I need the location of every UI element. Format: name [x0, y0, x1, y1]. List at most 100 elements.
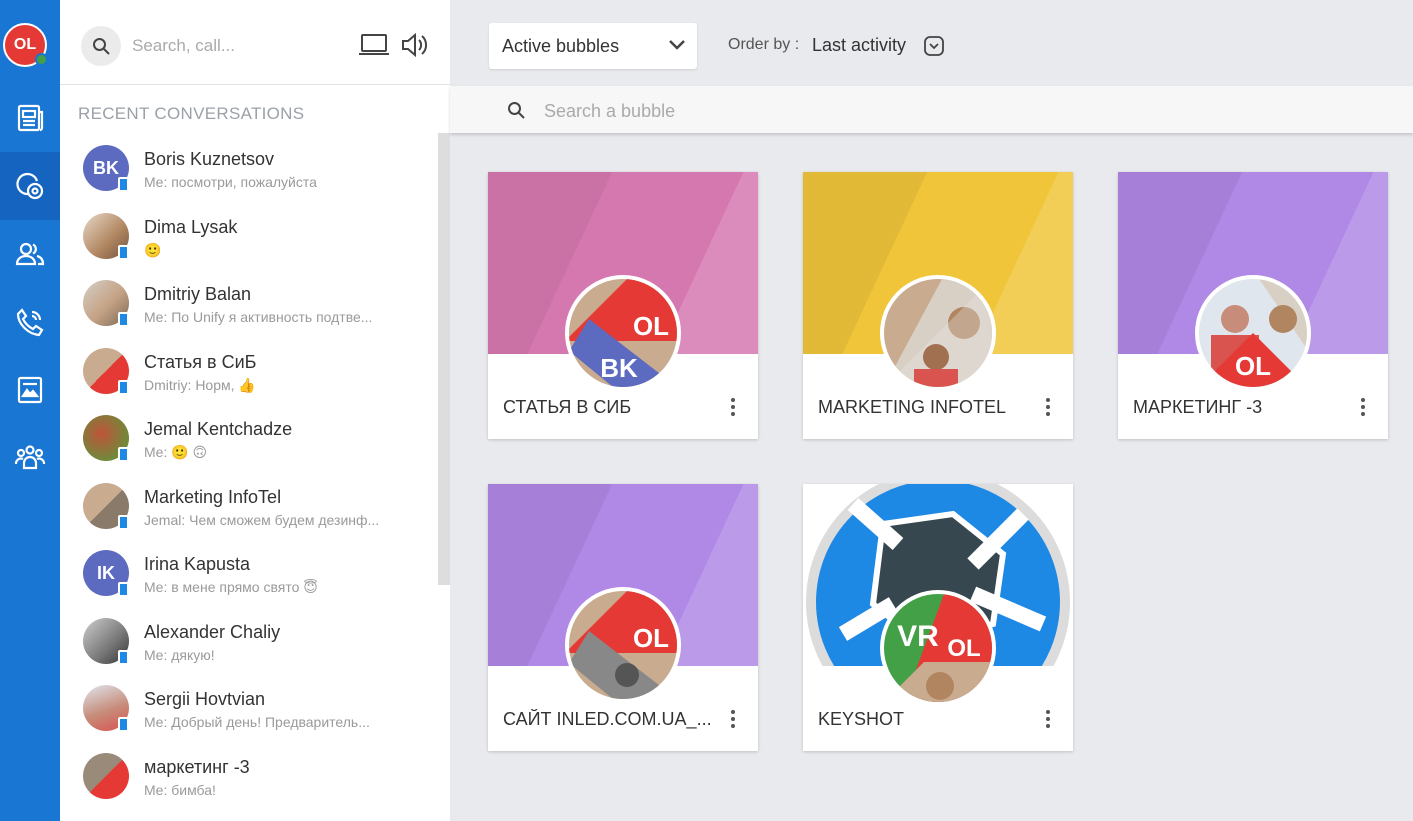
bubble-card[interactable]: OL BK СТАТЬЯ В СИБ [488, 172, 758, 439]
mobile-device-icon [118, 514, 129, 530]
bubble-avatar: OL [565, 587, 681, 703]
mobile-device-icon [118, 244, 129, 260]
bubble-title: МАРКЕТИНГ -3 [1133, 397, 1263, 417]
conversation-item[interactable]: Sergii Hovtvian Me: Добрый день! Предвар… [60, 677, 438, 745]
nav-contacts[interactable] [0, 220, 60, 288]
conversation-last-message: Me: посмотри, пожалуйста [144, 174, 317, 190]
more-options-icon[interactable] [729, 398, 737, 418]
conversation-last-message: Me: 🙂 🙃 [144, 444, 208, 460]
nav-files[interactable] [0, 356, 60, 424]
bubble-filter-label: Active bubbles [502, 36, 620, 56]
order-by-label: Order by : [728, 36, 800, 53]
svg-text:OL: OL [633, 311, 669, 341]
conversation-name: Dmitriy Balan [144, 284, 252, 304]
svg-text:OL: OL [633, 623, 669, 653]
speaker-icon[interactable] [400, 33, 428, 57]
more-options-icon[interactable] [1359, 398, 1367, 418]
calls-icon [16, 308, 44, 337]
conversation-last-message: Me: По Unify я активность подтве... [144, 309, 373, 325]
conversation-last-message: Me: дякую! [144, 646, 215, 663]
search-icon [93, 38, 110, 55]
conversation-name: Alexander Chaliy [144, 621, 281, 642]
files-icon [17, 376, 43, 404]
conversation-name: Boris Kuznetsov [144, 149, 275, 169]
presence-indicator [35, 53, 48, 66]
news-icon [17, 104, 44, 132]
user-avatar[interactable]: OL [3, 23, 48, 67]
mobile-device-icon [118, 312, 129, 327]
bubble-card[interactable]: VR OL KEYSHOT [803, 484, 1073, 751]
conversations-topbar: Search, call... [60, 0, 450, 85]
computer-icon[interactable] [358, 33, 390, 57]
bubble-card[interactable]: OL САЙТ INLED.COM.UA_... [488, 484, 758, 751]
bubble-search-bar[interactable]: Search a bubble [450, 86, 1413, 133]
order-by-value[interactable]: Last activity [812, 35, 906, 56]
nav-companies[interactable] [0, 424, 60, 492]
conversation-last-message: Me: Добрый день! Предваритель... [144, 714, 370, 730]
search-button[interactable] [81, 26, 121, 66]
conversation-name: Статья в СиБ [144, 351, 257, 372]
more-options-icon[interactable] [1044, 398, 1052, 418]
conversation-last-message: Me: в мене прямо свято 😇 [144, 579, 318, 595]
bubble-avatar: VR OL [880, 590, 996, 706]
mobile-device-icon [118, 649, 129, 665]
conversation-name: Marketing InfoTel [144, 486, 282, 507]
conversation-item[interactable]: Dmitriy Balan Me: По Unify я активность … [60, 272, 438, 340]
conversation-name: Irina Kapusta [144, 554, 251, 574]
bubble-avatar: OL [1195, 275, 1311, 391]
search-icon [508, 102, 525, 119]
left-rail: OL [0, 0, 60, 821]
conversation-item[interactable]: Dima Lysak 🙂 [60, 205, 438, 273]
conversation-item[interactable]: Alexander Chaliy Me: дякую! [60, 610, 438, 678]
search-input[interactable]: Search, call... [132, 36, 235, 56]
svg-text:OL: OL [1235, 351, 1271, 381]
conversation-item[interactable]: BK Boris Kuznetsov Me: посмотри, пожалуй… [60, 137, 438, 205]
more-options-icon[interactable] [729, 710, 737, 730]
conversation-item[interactable]: Jemal Kentchadze Me: 🙂 🙃 [60, 407, 438, 475]
conversation-last-message: Me: бимба! [144, 781, 216, 798]
svg-text:OL: OL [947, 635, 980, 662]
bubble-avatar: OL BK [565, 275, 681, 391]
conversation-name: маркетинг -3 [144, 756, 250, 777]
contacts-icon [15, 242, 45, 266]
bubble-avatar [880, 275, 996, 391]
conversation-last-message: 🙂 [144, 241, 162, 258]
conversation-last-message: Jemal: Чем сможем будем дезинф... [144, 511, 380, 528]
mobile-device-icon [118, 177, 129, 192]
conversation-list: BK Boris Kuznetsov Me: посмотри, пожалуй… [60, 137, 438, 812]
conversation-item[interactable]: IK Irina Kapusta Me: в мене прямо свято … [60, 542, 438, 610]
bubbles-icon [16, 172, 44, 200]
user-initials: OL [13, 36, 37, 53]
mobile-device-icon [118, 582, 129, 597]
conversation-name: Sergii Hovtvian [144, 689, 266, 709]
bubble-filter-dropdown[interactable]: Active bubbles [489, 23, 697, 69]
conversation-item[interactable]: Статья в СиБ Dmitriy: Норм, 👍 [60, 340, 438, 408]
conversation-name: Dima Lysak [144, 216, 238, 237]
nav-calls[interactable] [0, 288, 60, 356]
order-by-chevron-icon[interactable] [924, 36, 944, 56]
nav-bubbles[interactable] [0, 152, 60, 220]
bubble-title: САЙТ INLED.COM.UA_... [503, 709, 712, 729]
mobile-device-icon [118, 379, 129, 395]
conversation-name: Jemal Kentchadze [144, 419, 293, 439]
chevron-down-icon [669, 40, 685, 50]
mobile-device-icon [118, 717, 129, 732]
bubble-card[interactable]: MARKETING INFOTEL [803, 172, 1073, 439]
bubble-title: MARKETING INFOTEL [818, 397, 1007, 417]
more-options-icon[interactable] [1044, 710, 1052, 730]
mobile-device-icon [118, 447, 129, 462]
conversation-last-message: Dmitriy: Норм, 👍 [144, 376, 256, 393]
recent-conversations-title: RECENT CONVERSATIONS [78, 104, 305, 123]
conversation-scrollbar[interactable] [438, 133, 450, 585]
conversation-item[interactable]: маркетинг -3 Me: бимба! [60, 745, 438, 813]
bubbles-toolbar: Active bubbles Order by : Last activity [450, 0, 1413, 85]
avatar [83, 752, 129, 799]
bubble-title: СТАТЬЯ В СИБ [503, 397, 632, 417]
companies-icon [14, 445, 46, 470]
nav-news[interactable] [0, 84, 60, 152]
bubble-title: KEYSHOT [818, 709, 905, 729]
bubble-card[interactable]: OL МАРКЕТИНГ -3 [1118, 172, 1388, 439]
conversation-item[interactable]: Marketing InfoTel Jemal: Чем сможем буде… [60, 475, 438, 543]
bubble-search-input[interactable]: Search a bubble [544, 101, 675, 122]
svg-text:VR: VR [897, 620, 939, 653]
